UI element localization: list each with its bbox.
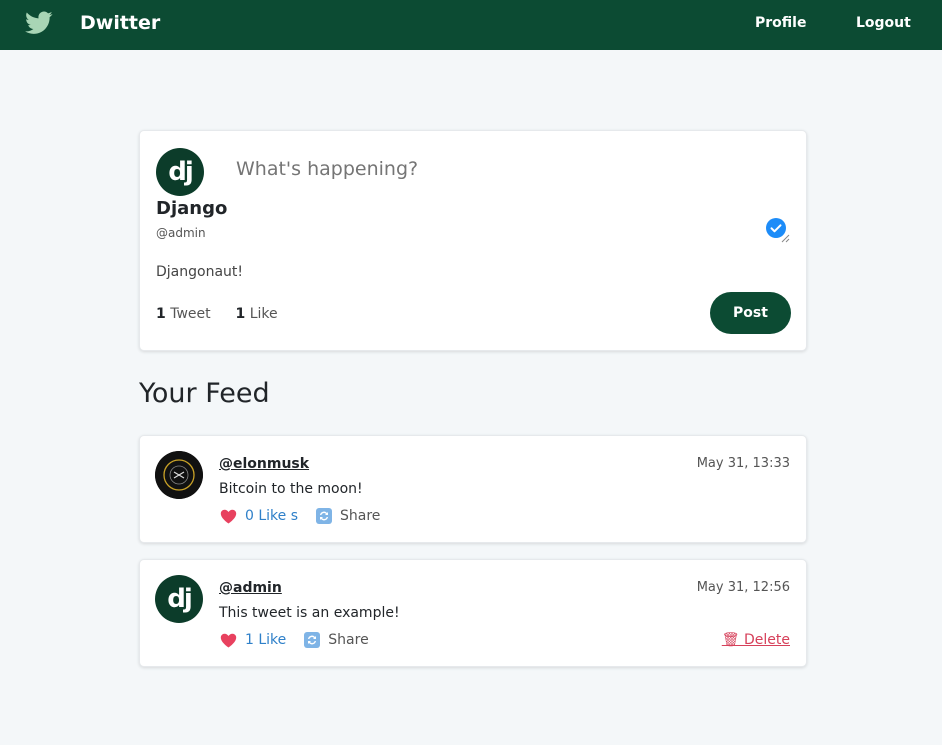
avatar — [155, 451, 203, 499]
avatar: dj — [156, 148, 204, 196]
tweet-timestamp: May 31, 13:33 — [696, 456, 790, 471]
tweet-actions: 1 Like Share — [220, 632, 369, 648]
heart-icon[interactable] — [220, 633, 237, 648]
post-button[interactable]: Post — [710, 292, 791, 334]
like-count-label: Like — [249, 306, 278, 322]
tweet-timestamp: May 31, 12:56 — [696, 580, 790, 595]
tweet-text: This tweet is an example! — [219, 605, 400, 621]
profile-compose-card: dj Django @admin Djangonaut! 1 Tweet 1 L… — [139, 130, 807, 351]
tweet-count-label: Tweet — [170, 306, 211, 322]
tweet-count: 1 — [156, 306, 166, 322]
resize-grip-icon[interactable] — [780, 233, 790, 243]
logout-link[interactable]: Logout — [856, 15, 911, 31]
brand-name[interactable]: Dwitter — [80, 12, 160, 34]
avatar: dj — [155, 575, 203, 623]
share-button[interactable]: Share — [340, 508, 380, 524]
share-button[interactable]: Share — [328, 632, 368, 648]
share-icon[interactable] — [304, 632, 321, 648]
profile-bio: Djangonaut! — [156, 264, 244, 280]
feed-title: Your Feed — [139, 378, 270, 409]
tweet-card: @elonmusk May 31, 13:33 Bitcoin to the m… — [139, 435, 807, 543]
like-count: 1 — [235, 306, 246, 322]
tweet-input[interactable] — [236, 158, 756, 180]
tweet-card: dj @admin May 31, 12:56 This tweet is an… — [139, 559, 807, 667]
heart-icon[interactable] — [220, 509, 237, 524]
tweet-actions: 0 Like s Share — [220, 508, 380, 524]
like-button[interactable]: 1 Like — [245, 632, 286, 648]
share-icon[interactable] — [316, 508, 333, 524]
profile-handle: @admin — [156, 226, 206, 240]
profile-name: Django — [156, 198, 228, 219]
twitter-bird-icon[interactable] — [25, 11, 53, 35]
tweet-author-handle[interactable]: @elonmusk — [219, 456, 309, 472]
like-button[interactable]: 0 Like s — [245, 508, 298, 524]
profile-link[interactable]: Profile — [755, 15, 806, 31]
navbar: Dwitter Profile Logout — [0, 0, 942, 50]
tweet-author-handle[interactable]: @admin — [219, 580, 282, 596]
profile-stats: 1 Tweet 1 Like — [156, 306, 278, 322]
delete-tweet-button[interactable]: 🗑 Delete — [722, 632, 790, 648]
tweet-text: Bitcoin to the moon! — [219, 481, 363, 497]
